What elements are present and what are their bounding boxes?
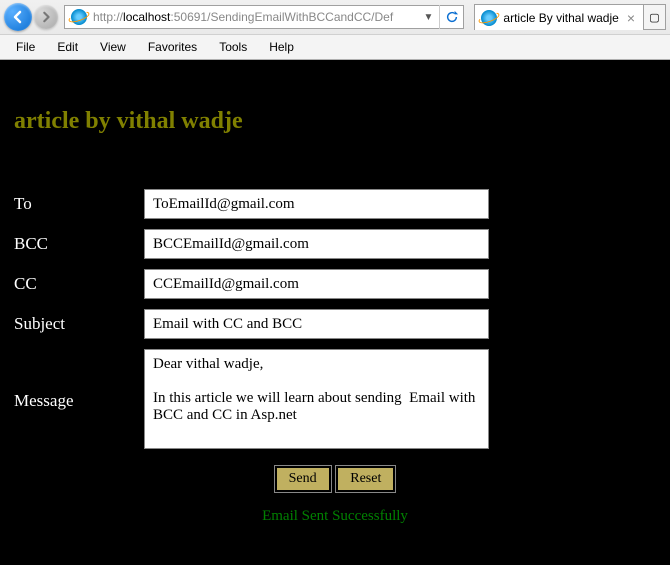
subject-field[interactable] xyxy=(144,309,489,339)
menu-bar: File Edit View Favorites Tools Help xyxy=(0,34,670,59)
refresh-button[interactable] xyxy=(439,5,463,29)
menu-file[interactable]: File xyxy=(6,37,45,57)
address-bar[interactable]: http://localhost:50691/SendingEmailWithB… xyxy=(64,5,464,29)
reset-button[interactable]: Reset xyxy=(336,466,395,492)
browser-nav-bar: http://localhost:50691/SendingEmailWithB… xyxy=(0,0,670,34)
forward-button[interactable] xyxy=(34,5,58,29)
menu-help[interactable]: Help xyxy=(259,37,304,57)
url-text: http://localhost:50691/SendingEmailWithB… xyxy=(93,10,418,24)
bcc-label: BCC xyxy=(14,229,144,259)
subject-label: Subject xyxy=(14,309,144,339)
page-content: article by vithal wadje To BCC CC Subjec… xyxy=(0,60,670,565)
browser-tab[interactable]: article By vithal wadje × xyxy=(474,4,644,30)
tab-close-icon[interactable]: × xyxy=(625,10,637,26)
bcc-field[interactable] xyxy=(144,229,489,259)
button-row: Send Reset xyxy=(14,466,656,492)
menu-favorites[interactable]: Favorites xyxy=(138,37,207,57)
message-field[interactable] xyxy=(144,349,489,449)
status-message: Email Sent Successfully xyxy=(14,508,656,525)
back-button[interactable] xyxy=(4,3,32,31)
menu-view[interactable]: View xyxy=(90,37,136,57)
cc-field[interactable] xyxy=(144,269,489,299)
menu-edit[interactable]: Edit xyxy=(47,37,88,57)
cc-label: CC xyxy=(14,269,144,299)
tab-title: article By vithal wadje xyxy=(503,11,618,25)
to-label: To xyxy=(14,189,144,219)
menu-tools[interactable]: Tools xyxy=(209,37,257,57)
ie-logo-icon xyxy=(69,7,89,27)
page-title: article by vithal wadje xyxy=(14,108,656,135)
tab-favicon-icon xyxy=(481,10,497,26)
new-tab-button[interactable]: ▢ xyxy=(644,4,666,30)
url-dropdown-icon[interactable]: ▼ xyxy=(418,12,440,23)
send-button[interactable]: Send xyxy=(275,466,331,492)
email-form: To BCC CC Subject Message xyxy=(14,179,489,462)
message-label: Message xyxy=(14,349,144,452)
to-field[interactable] xyxy=(144,189,489,219)
